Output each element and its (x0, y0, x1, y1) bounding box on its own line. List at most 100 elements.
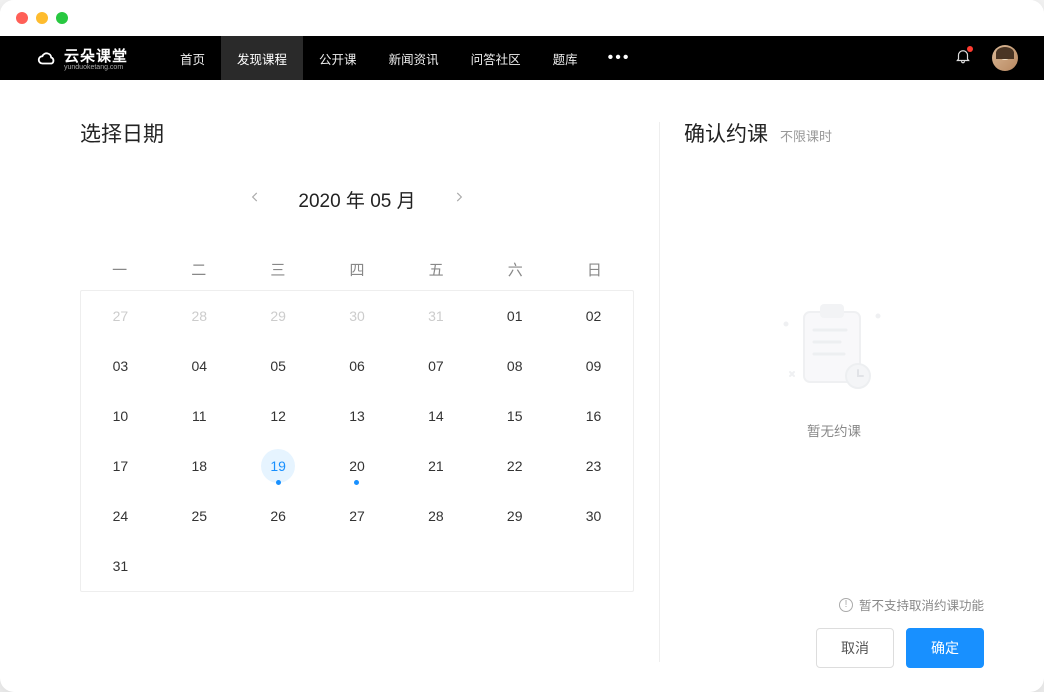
window-zoom-dot[interactable] (56, 12, 68, 24)
nav-item[interactable]: 首页 (164, 36, 221, 80)
calendar-day: 28 (160, 291, 239, 341)
window-close-dot[interactable] (16, 12, 28, 24)
calendar-day: 30 (318, 291, 397, 341)
app-window: 云朵课堂 yunduoketang.com 首页发现课程公开课新闻资讯问答社区题… (0, 0, 1044, 692)
calendar-day[interactable]: 01 (475, 291, 554, 341)
nav-item[interactable]: 问答社区 (455, 36, 537, 80)
confirm-button[interactable]: 确定 (906, 628, 984, 668)
calendar-day[interactable]: 17 (81, 441, 160, 491)
calendar-day[interactable]: 30 (554, 491, 633, 541)
calendar-grid: 2728293031010203040506070809101112131415… (80, 290, 634, 592)
calendar-day[interactable]: 19 (239, 441, 318, 491)
info-icon: ! (839, 598, 853, 612)
day-number: 01 (507, 308, 523, 324)
notice-text: 暂不支持取消约课功能 (859, 595, 984, 614)
date-title: 选择日期 (80, 118, 634, 148)
calendar-header: 2020 年 05 月 (80, 184, 634, 215)
empty-state: 暂无约课 (684, 138, 984, 595)
calendar-day[interactable]: 02 (554, 291, 633, 341)
window-minimize-dot[interactable] (36, 12, 48, 24)
nav-more[interactable]: ••• (594, 36, 645, 80)
calendar-day[interactable]: 06 (318, 341, 397, 391)
calendar-day[interactable]: 28 (396, 491, 475, 541)
empty-text: 暂无约课 (807, 420, 861, 440)
day-number: 18 (191, 458, 207, 474)
calendar-day: 31 (396, 291, 475, 341)
calendar-day[interactable]: 31 (81, 541, 160, 591)
nav-item[interactable]: 题库 (537, 36, 594, 80)
calendar-day[interactable]: 29 (475, 491, 554, 541)
next-month-button[interactable] (446, 184, 472, 215)
calendar-day[interactable]: 22 (475, 441, 554, 491)
day-number: 11 (192, 408, 207, 424)
nav-item[interactable]: 新闻资讯 (373, 36, 455, 80)
calendar-day[interactable]: 18 (160, 441, 239, 491)
weekday-label: 四 (317, 249, 396, 290)
day-number: 03 (113, 358, 129, 374)
mac-titlebar (0, 0, 1044, 36)
weekday-label: 五 (397, 249, 476, 290)
calendar-month-label: 2020 年 05 月 (298, 186, 415, 213)
chevron-right-icon (452, 190, 466, 204)
day-number: 31 (113, 558, 129, 574)
calendar-day[interactable]: 05 (239, 341, 318, 391)
calendar-day[interactable]: 15 (475, 391, 554, 441)
calendar-day[interactable]: 26 (239, 491, 318, 541)
calendar-day[interactable]: 11 (160, 391, 239, 441)
nav-items: 首页发现课程公开课新闻资讯问答社区题库 (164, 36, 594, 80)
calendar-day[interactable]: 08 (475, 341, 554, 391)
empty-illustration (774, 294, 894, 404)
nav-item[interactable]: 发现课程 (221, 36, 303, 80)
day-number: 22 (507, 458, 523, 474)
calendar-day[interactable]: 14 (396, 391, 475, 441)
day-number: 29 (507, 508, 523, 524)
calendar-day[interactable]: 13 (318, 391, 397, 441)
day-number: 17 (113, 458, 129, 474)
day-marker-dot (354, 480, 359, 485)
weekday-label: 三 (238, 249, 317, 290)
calendar-day[interactable]: 27 (318, 491, 397, 541)
calendar-day: 29 (239, 291, 318, 341)
brand-sub: yunduoketang.com (64, 64, 128, 71)
calendar-day[interactable]: 12 (239, 391, 318, 441)
weekday-label: 一 (80, 249, 159, 290)
top-nav: 云朵课堂 yunduoketang.com 首页发现课程公开课新闻资讯问答社区题… (0, 36, 1044, 80)
calendar-day[interactable]: 09 (554, 341, 633, 391)
weekday-label: 日 (555, 249, 634, 290)
calendar-day[interactable]: 03 (81, 341, 160, 391)
calendar-day[interactable]: 20 (318, 441, 397, 491)
day-number: 28 (428, 508, 444, 524)
notification-bell[interactable] (954, 47, 972, 70)
calendar-day[interactable]: 21 (396, 441, 475, 491)
cloud-logo-icon (36, 47, 58, 69)
day-number: 28 (191, 308, 207, 324)
content-area: 选择日期 2020 年 05 月 一二三四五六日 272829303101020… (0, 80, 1044, 692)
day-number: 10 (113, 408, 129, 424)
calendar-day[interactable]: 24 (81, 491, 160, 541)
calendar-day[interactable]: 07 (396, 341, 475, 391)
weekday-label: 六 (476, 249, 555, 290)
cancel-notice: ! 暂不支持取消约课功能 (684, 595, 984, 614)
day-number: 26 (270, 508, 286, 524)
weekday-label: 二 (159, 249, 238, 290)
prev-month-button[interactable] (242, 184, 268, 215)
day-number: 07 (428, 358, 444, 374)
day-number: 12 (270, 408, 286, 424)
calendar-day[interactable]: 04 (160, 341, 239, 391)
day-number: 05 (270, 358, 286, 374)
nav-item[interactable]: 公开课 (303, 36, 373, 80)
calendar-day: 27 (81, 291, 160, 341)
confirm-panel: 确认约课 不限课时 (684, 118, 984, 668)
brand-name: 云朵课堂 (64, 45, 128, 66)
day-number: 27 (113, 308, 129, 324)
brand-logo[interactable]: 云朵课堂 yunduoketang.com (36, 45, 128, 71)
day-number: 16 (586, 408, 602, 424)
calendar-day[interactable]: 25 (160, 491, 239, 541)
day-number: 02 (586, 308, 602, 324)
calendar-day[interactable]: 16 (554, 391, 633, 441)
calendar-day[interactable]: 23 (554, 441, 633, 491)
user-avatar[interactable] (992, 45, 1018, 71)
day-number: 27 (349, 508, 365, 524)
calendar-day[interactable]: 10 (81, 391, 160, 441)
cancel-button[interactable]: 取消 (816, 628, 894, 668)
